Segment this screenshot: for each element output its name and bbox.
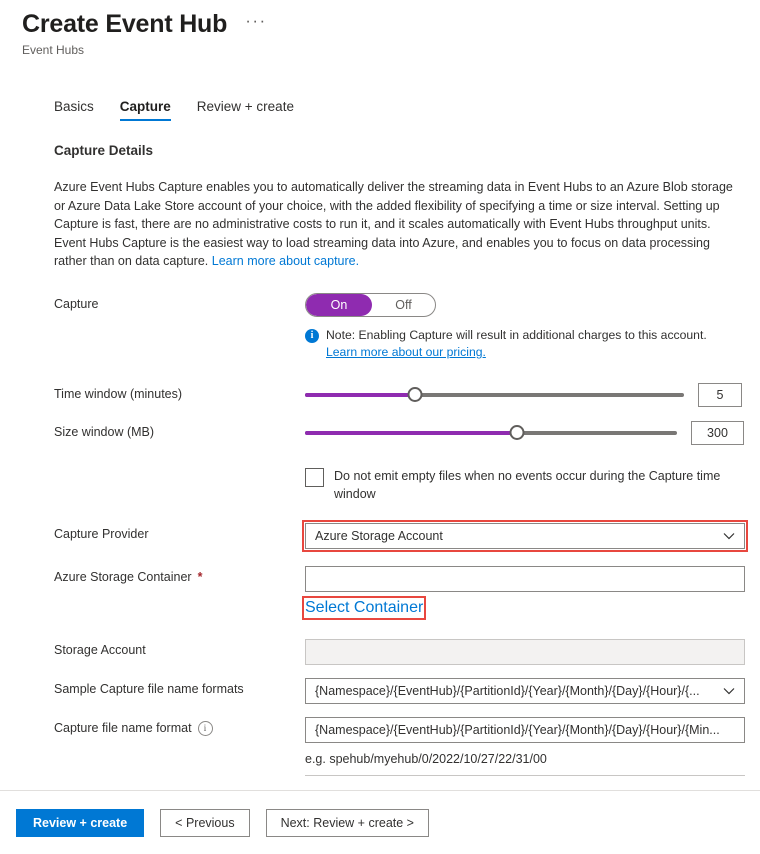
chevron-down-icon bbox=[723, 532, 735, 540]
sample-format-select[interactable]: {Namespace}/{EventHub}/{PartitionId}/{Ye… bbox=[305, 677, 745, 704]
sample-format-value: {Namespace}/{EventHub}/{PartitionId}/{Ye… bbox=[315, 683, 700, 698]
size-window-label: Size window (MB) bbox=[54, 421, 305, 439]
size-window-value[interactable]: 300 bbox=[690, 420, 744, 445]
storage-container-input[interactable] bbox=[305, 565, 745, 592]
empty-files-spacer bbox=[54, 467, 305, 471]
info-icon[interactable]: i bbox=[197, 720, 213, 736]
tab-basics[interactable]: Basics bbox=[54, 99, 94, 121]
time-window-value[interactable]: 5 bbox=[698, 382, 742, 407]
sample-format-field: {Namespace}/{EventHub}/{PartitionId}/{Ye… bbox=[305, 677, 745, 704]
capture-provider-field: Azure Storage Account bbox=[302, 519, 748, 552]
time-window-slider-fill bbox=[305, 392, 415, 397]
empty-files-label: Do not emit empty files when no events o… bbox=[334, 468, 721, 501]
required-marker: * bbox=[197, 569, 203, 584]
storage-container-label: Azure Storage Container * bbox=[54, 566, 305, 584]
storage-account-label-text: Storage Account bbox=[54, 642, 146, 657]
size-window-slider-wrap: 300 bbox=[305, 420, 744, 445]
capture-format-field: {Namespace}/{EventHub}/{PartitionId}/{Ye… bbox=[305, 716, 745, 776]
storage-container-row: Azure Storage Container * Select Contain… bbox=[54, 565, 745, 620]
wizard-tabs: Basics Capture Review + create bbox=[0, 99, 760, 121]
capture-format-row: Capture file name format i {Namespace}/{… bbox=[54, 716, 745, 776]
sample-format-row: Sample Capture file name formats {Namesp… bbox=[54, 677, 745, 704]
capture-format-example: e.g. spehub/myehub/0/2022/10/27/22/31/00 bbox=[305, 751, 547, 766]
tab-capture[interactable]: Capture bbox=[119, 99, 171, 121]
learn-more-pricing-link[interactable]: Learn more about our pricing. bbox=[326, 345, 486, 359]
time-window-slider-thumb[interactable] bbox=[407, 387, 423, 402]
storage-account-input bbox=[305, 638, 745, 665]
capture-form: Capture Details Azure Event Hubs Capture… bbox=[0, 143, 760, 776]
capture-toggle-off[interactable]: Off bbox=[372, 298, 435, 312]
page-title: Create Event Hub bbox=[22, 10, 228, 38]
capture-toggle-field: On Off i Note: Enabling Capture will res… bbox=[305, 292, 744, 361]
select-container-link[interactable]: Select Container bbox=[301, 595, 427, 620]
title-row: Create Event Hub ··· bbox=[22, 8, 760, 40]
time-window-field: 5 bbox=[305, 382, 744, 407]
capture-format-label: Capture file name format i bbox=[54, 717, 305, 736]
storage-account-label: Storage Account bbox=[54, 639, 305, 657]
sample-format-label-text: Sample Capture file name formats bbox=[54, 681, 244, 696]
time-window-label-text: Time window (minutes) bbox=[54, 386, 183, 401]
description-text: Azure Event Hubs Capture enables you to … bbox=[54, 180, 733, 268]
time-window-slider-wrap: 5 bbox=[305, 382, 744, 407]
section-title: Capture Details bbox=[54, 143, 154, 158]
capture-toggle-row: Capture On Off i Note: Enabling Capture … bbox=[54, 292, 744, 361]
capture-toggle[interactable]: On Off bbox=[305, 292, 436, 317]
size-window-slider[interactable] bbox=[305, 423, 677, 443]
time-window-slider[interactable] bbox=[305, 385, 684, 405]
chevron-down-icon bbox=[723, 687, 735, 695]
select-container-wrap: Select Container bbox=[301, 595, 744, 620]
time-window-row: Time window (minutes) 5 bbox=[54, 382, 744, 407]
storage-container-label-text: Azure Storage Container bbox=[54, 569, 192, 584]
size-window-field: 300 bbox=[305, 420, 744, 445]
capture-provider-select[interactable]: Azure Storage Account bbox=[302, 519, 748, 552]
size-window-slider-thumb[interactable] bbox=[509, 425, 525, 440]
storage-account-row: Storage Account bbox=[54, 638, 745, 665]
capture-format-divider bbox=[305, 774, 745, 776]
capture-format-input[interactable]: {Namespace}/{EventHub}/{PartitionId}/{Ye… bbox=[305, 716, 745, 743]
more-options-icon[interactable]: ··· bbox=[241, 12, 270, 35]
page-header: Create Event Hub ··· Event Hubs bbox=[0, 0, 760, 57]
capture-note-text-wrap: Note: Enabling Capture will result in ad… bbox=[326, 327, 707, 361]
section-description: Azure Event Hubs Capture enables you to … bbox=[54, 178, 744, 271]
size-window-row: Size window (MB) 300 bbox=[54, 420, 744, 445]
capture-provider-value: Azure Storage Account bbox=[315, 528, 443, 543]
footer-actions: Review + create < Previous Next: Review … bbox=[0, 791, 760, 854]
previous-button[interactable]: < Previous bbox=[160, 808, 250, 837]
capture-provider-label: Capture Provider bbox=[54, 523, 305, 541]
empty-files-field: Do not emit empty files when no events o… bbox=[305, 467, 744, 503]
capture-label-text: Capture bbox=[54, 296, 99, 311]
review-create-button[interactable]: Review + create bbox=[16, 808, 145, 837]
empty-files-row: Do not emit empty files when no events o… bbox=[54, 467, 744, 503]
capture-note: i Note: Enabling Capture will result in … bbox=[305, 327, 744, 361]
next-review-create-button[interactable]: Next: Review + create > bbox=[265, 808, 429, 837]
capture-note-text: Note: Enabling Capture will result in ad… bbox=[326, 327, 707, 342]
size-window-slider-fill bbox=[305, 430, 518, 435]
info-icon: i bbox=[305, 328, 319, 343]
tab-review-create[interactable]: Review + create bbox=[197, 99, 294, 121]
storage-account-field bbox=[305, 638, 745, 665]
capture-label: Capture bbox=[54, 293, 305, 311]
sample-format-label: Sample Capture file name formats bbox=[54, 678, 305, 696]
capture-provider-label-text: Capture Provider bbox=[54, 526, 149, 541]
empty-files-checkbox-row[interactable]: Do not emit empty files when no events o… bbox=[305, 467, 744, 503]
storage-container-field: Select Container bbox=[301, 565, 745, 620]
time-window-label: Time window (minutes) bbox=[54, 383, 305, 401]
size-window-label-text: Size window (MB) bbox=[54, 424, 155, 439]
learn-more-capture-link[interactable]: Learn more about capture. bbox=[212, 254, 359, 268]
capture-format-label-text: Capture file name format bbox=[54, 721, 192, 735]
empty-files-checkbox[interactable] bbox=[305, 467, 324, 487]
capture-toggle-on[interactable]: On bbox=[306, 293, 372, 316]
page-subtitle: Event Hubs bbox=[22, 43, 85, 57]
capture-provider-row: Capture Provider Azure Storage Account bbox=[54, 519, 748, 552]
